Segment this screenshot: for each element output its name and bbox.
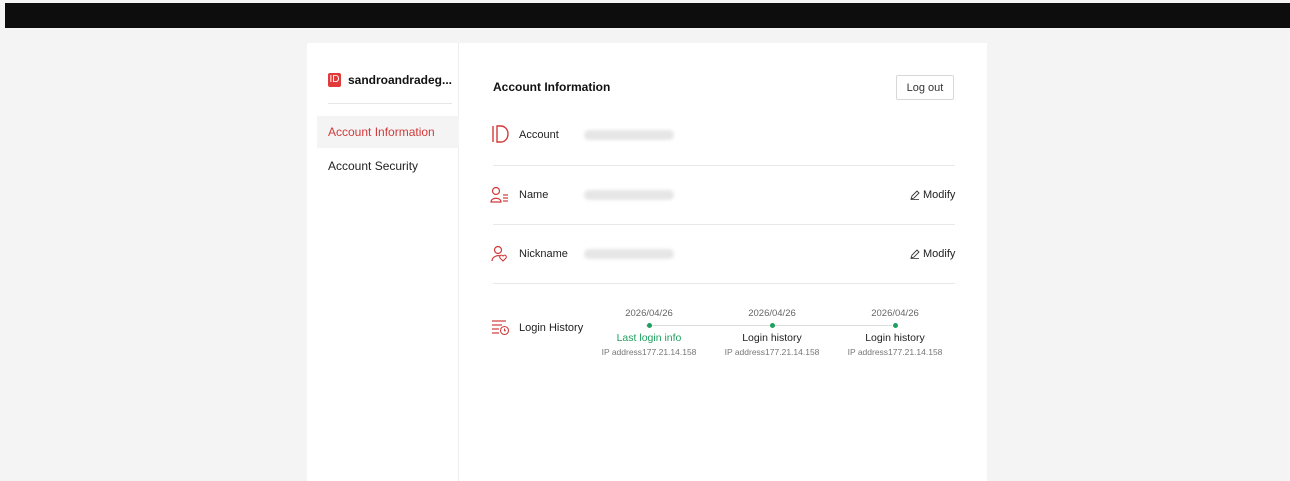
edit-icon	[910, 249, 920, 259]
modify-nickname-button[interactable]: Modify	[910, 248, 955, 260]
logout-button[interactable]: Log out	[896, 75, 954, 100]
name-value-redacted	[584, 190, 674, 200]
user-heart-icon	[491, 245, 507, 262]
page-title: Account Information	[493, 80, 611, 94]
sidebar-item-account-security[interactable]: Account Security	[317, 150, 459, 182]
main-content: Account Information Log out Account Name…	[459, 43, 987, 481]
edit-icon	[910, 190, 920, 200]
timeline-date: 2026/04/26	[625, 308, 673, 319]
divider	[493, 224, 955, 225]
timeline-title: Login history	[742, 332, 802, 344]
timeline-dot	[892, 323, 898, 328]
account-card: ID sandroandradeg... Account Information…	[307, 43, 987, 481]
user-list-icon	[490, 186, 508, 203]
timeline-date: 2026/04/26	[871, 308, 919, 319]
id-icon	[492, 125, 509, 143]
timeline-dot	[646, 323, 652, 328]
name-label: Name	[519, 189, 549, 201]
timeline-ip: IP address177.21.14.158	[847, 347, 943, 357]
nickname-label: Nickname	[519, 248, 568, 260]
timeline-item: 2026/04/26 Login history IP address177.2…	[712, 307, 832, 358]
top-bar	[5, 3, 1290, 28]
timeline-date: 2026/04/26	[748, 308, 796, 319]
divider	[493, 165, 955, 166]
timeline-title: Login history	[865, 332, 925, 344]
timeline-item: 2026/04/26 Login history IP address177.2…	[835, 307, 955, 358]
timeline-title: Last login info	[616, 332, 682, 344]
username: sandroandradeg...	[347, 73, 452, 87]
modify-label: Modify	[923, 248, 956, 260]
sidebar-item-account-information[interactable]: Account Information	[317, 116, 459, 148]
history-list-icon	[492, 320, 510, 336]
divider	[493, 283, 955, 284]
modify-label: Modify	[923, 189, 956, 201]
sidebar: ID sandroandradeg... Account Information…	[307, 43, 459, 481]
timeline-ip: IP address177.21.14.158	[724, 347, 820, 357]
account-label: Account	[519, 129, 559, 141]
modify-name-button[interactable]: Modify	[910, 189, 955, 201]
id-badge-icon: ID	[328, 73, 341, 87]
login-history-label: Login History	[519, 322, 584, 334]
timeline-item: 2026/04/26 Last login info IP address177…	[589, 307, 709, 358]
timeline-dot	[769, 323, 775, 328]
nickname-value-redacted	[584, 249, 674, 259]
timeline-ip: IP address177.21.14.158	[601, 347, 697, 357]
user-header: ID sandroandradeg...	[328, 73, 452, 104]
login-timeline: 2026/04/26 Last login info IP address177…	[589, 307, 949, 367]
account-value-redacted	[584, 130, 674, 140]
